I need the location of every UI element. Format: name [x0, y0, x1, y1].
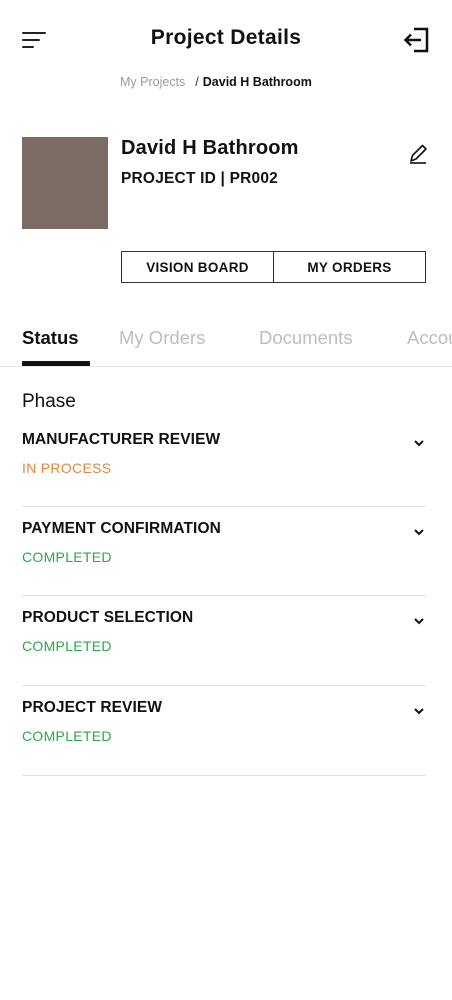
phase-name: PRODUCT SELECTION	[22, 609, 194, 626]
tab-status[interactable]: Status	[22, 327, 79, 349]
phase-name: PROJECT REVIEW	[22, 699, 163, 716]
project-id: PROJECT ID | PR002	[121, 170, 278, 187]
logout-icon[interactable]	[402, 27, 432, 53]
vision-board-button[interactable]: VISION BOARD	[122, 252, 273, 282]
breadcrumb: My Projects / David H Bathroom	[120, 75, 312, 89]
phase-status: COMPLETED	[22, 728, 112, 744]
phase-item-project-review[interactable]: PROJECT REVIEW COMPLETED	[22, 686, 426, 776]
page-title: Project Details	[150, 26, 302, 49]
tab-my-orders[interactable]: My Orders	[119, 327, 205, 349]
tab-accounts[interactable]: Accounts	[407, 327, 452, 349]
phase-name: PAYMENT CONFIRMATION	[22, 520, 221, 537]
project-actions: VISION BOARD MY ORDERS	[121, 251, 426, 283]
phase-status: COMPLETED	[22, 549, 112, 565]
pencil-icon[interactable]	[406, 142, 430, 166]
my-orders-button[interactable]: MY ORDERS	[273, 252, 425, 282]
phase-status: COMPLETED	[22, 638, 112, 654]
active-tab-indicator	[22, 361, 90, 366]
breadcrumb-separator: /	[195, 75, 199, 89]
phase-item-manufacturer-review[interactable]: MANUFACTURER REVIEW IN PROCESS	[22, 418, 426, 507]
chevron-down-icon[interactable]	[412, 614, 426, 628]
tab-documents[interactable]: Documents	[259, 327, 353, 349]
app-header: Project Details	[0, 0, 452, 80]
phase-name: MANUFACTURER REVIEW	[22, 431, 221, 448]
phase-item-payment-confirmation[interactable]: PAYMENT CONFIRMATION COMPLETED	[22, 507, 426, 596]
chevron-down-icon[interactable]	[412, 525, 426, 539]
phase-heading: Phase	[22, 391, 76, 412]
phase-item-product-selection[interactable]: PRODUCT SELECTION COMPLETED	[22, 596, 426, 686]
project-thumbnail	[22, 137, 108, 229]
breadcrumb-current: David H Bathroom	[202, 75, 312, 89]
chevron-down-icon[interactable]	[412, 436, 426, 450]
tab-bar: Status My Orders Documents Accounts	[0, 320, 452, 367]
project-name: David H Bathroom	[121, 137, 299, 159]
phase-list: MANUFACTURER REVIEW IN PROCESS PAYMENT C…	[22, 418, 426, 776]
breadcrumb-my-projects-link[interactable]: My Projects	[120, 75, 185, 89]
phase-status: IN PROCESS	[22, 460, 112, 476]
chevron-down-icon[interactable]	[412, 704, 426, 718]
